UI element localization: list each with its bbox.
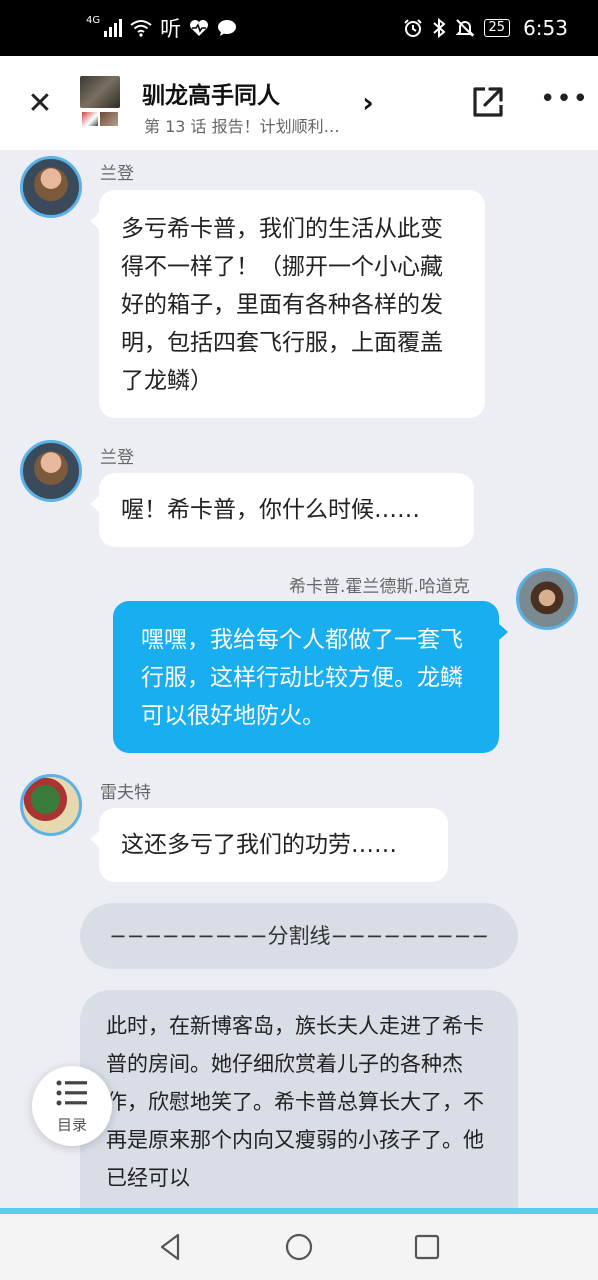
avatar[interactable] <box>20 156 82 218</box>
message-bubble[interactable]: 多亏希卡普，我们的生活从此变得不一样了！（挪开一个小心藏好的箱子，里面有各种各样… <box>90 190 485 418</box>
close-button[interactable]: ✕ <box>20 84 60 124</box>
status-left: 4G 听 <box>86 15 237 41</box>
story-title[interactable]: 驯龙高手同人 <box>142 76 280 110</box>
back-icon[interactable] <box>156 1232 186 1262</box>
more-button[interactable]: ••• <box>540 84 588 120</box>
cover-thumbnail <box>82 112 98 126</box>
message-bubble[interactable]: 喔！希卡普，你什么时候…… <box>90 473 474 547</box>
battery-icon: 25 <box>483 19 511 37</box>
toc-button[interactable]: 目录 <box>32 1066 112 1146</box>
recent-apps-icon[interactable] <box>412 1232 442 1262</box>
network-type: 4G <box>86 15 101 26</box>
sender-name: 兰登 <box>100 448 134 468</box>
cover-image <box>80 76 120 108</box>
bluetooth-icon <box>432 18 446 38</box>
chevron-right-icon[interactable]: › <box>356 86 380 119</box>
app-header: ✕ 驯龙高手同人 第 13 话 报告！计划顺利进行 › ••• <box>0 56 598 150</box>
list-icon <box>56 1080 87 1106</box>
narration-block[interactable]: 此时，在新博客岛，族长夫人走进了希卡普的房间。她仔细欣赏着儿子的各种杰作，欣慰地… <box>80 990 518 1210</box>
more-icon: ••• <box>540 84 590 114</box>
status-bar: 4G 听 25 6:53 <box>0 0 598 56</box>
heart-rate-icon <box>190 20 209 36</box>
avatar[interactable] <box>516 568 578 630</box>
message-bubble[interactable]: 这还多亏了我们的功劳…… <box>90 808 448 882</box>
chapter-subtitle[interactable]: 第 13 话 报告！计划顺利进行 <box>144 113 344 137</box>
share-icon <box>473 87 503 117</box>
cover-thumbnail <box>100 112 118 126</box>
home-icon[interactable] <box>284 1232 314 1262</box>
message-bubble[interactable]: 嘿嘿，我给每个人都做了一套飞行服，这样行动比较方便。龙鳞可以很好地防火。 <box>113 601 508 753</box>
toc-label: 目录 <box>56 1116 87 1134</box>
system-nav-bar <box>0 1214 598 1280</box>
chat-area[interactable]: 兰登 多亏希卡普，我们的生活从此变得不一样了！（挪开一个小心藏好的箱子，里面有各… <box>0 150 598 1210</box>
listen-indicator: 听 <box>160 17 182 41</box>
status-right: 25 6:53 <box>403 16 568 40</box>
signal-icon <box>104 19 123 37</box>
clock: 6:53 <box>523 16 568 40</box>
story-cover[interactable] <box>80 76 120 128</box>
wifi-icon <box>130 20 152 37</box>
close-icon: ✕ <box>27 86 53 121</box>
sender-name: 雷夫特 <box>100 783 151 803</box>
mute-bell-icon <box>455 19 474 37</box>
avatar[interactable] <box>20 440 82 502</box>
sender-name: 希卡普.霍兰德斯.哈道克 <box>289 577 470 597</box>
alarm-icon <box>403 19 422 37</box>
chat-bubble-icon <box>218 20 237 36</box>
sender-name: 兰登 <box>100 164 134 184</box>
avatar[interactable] <box>20 774 82 836</box>
section-divider: −−−−−−−−−分割线−−−−−−−−− <box>80 903 518 969</box>
share-button[interactable] <box>470 84 506 120</box>
